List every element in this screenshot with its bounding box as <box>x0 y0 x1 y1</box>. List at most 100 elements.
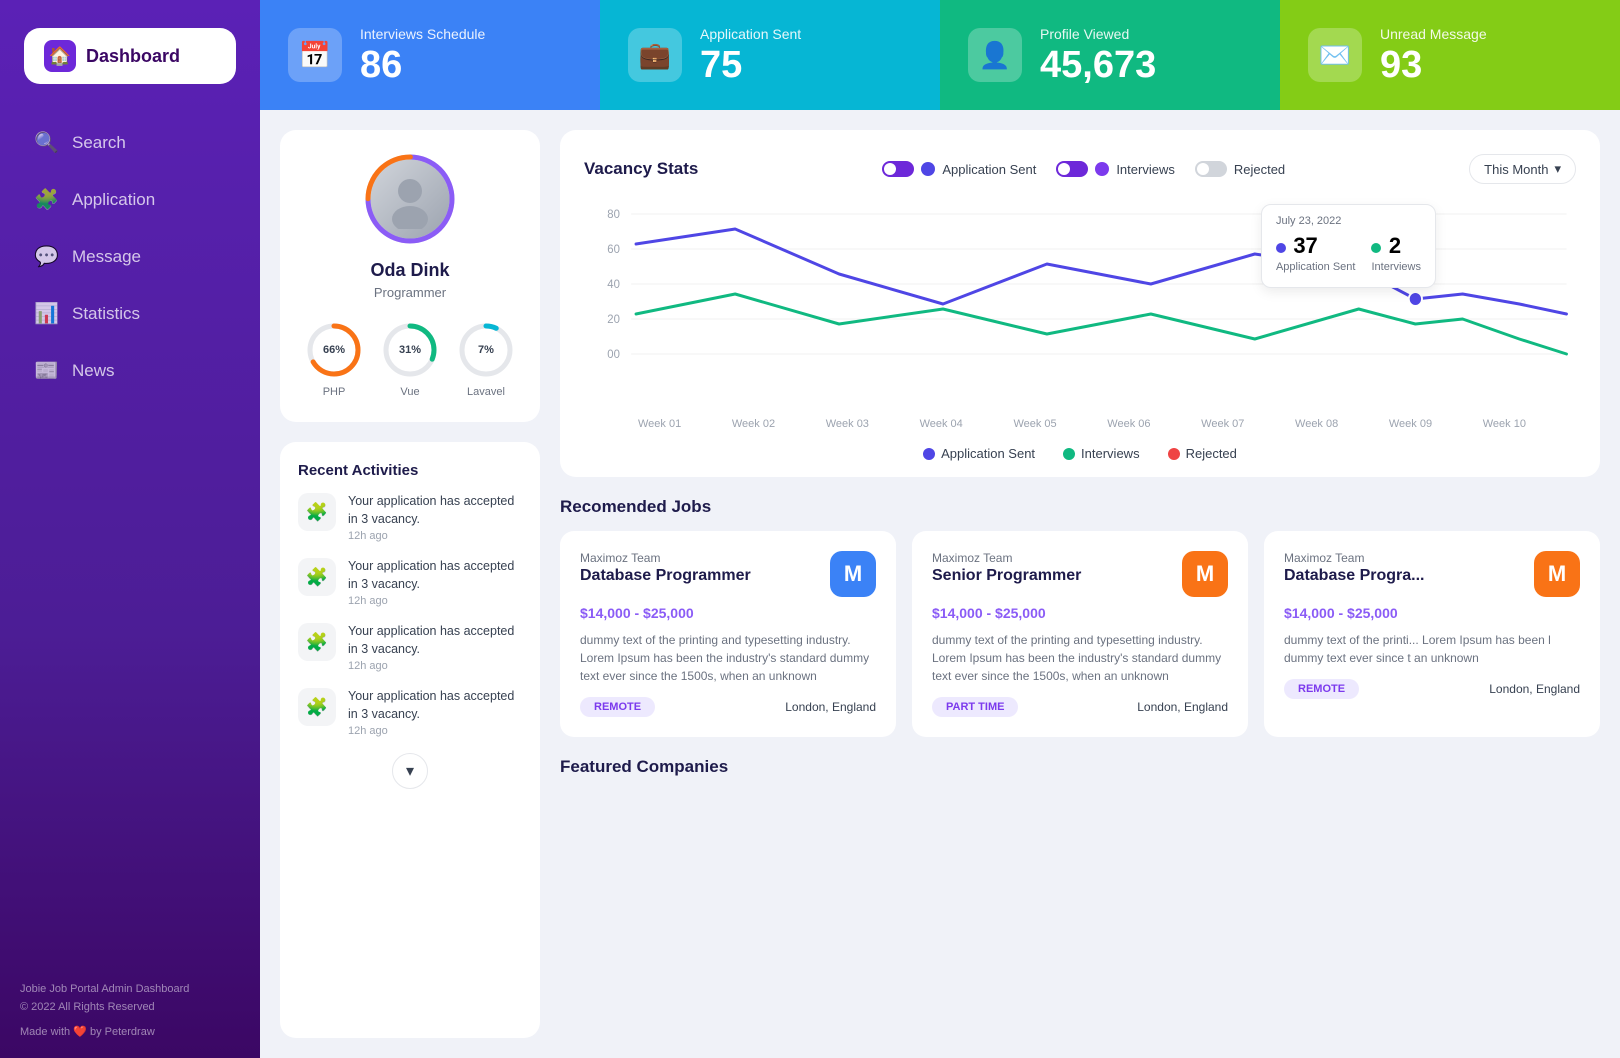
job-logo-0: M <box>830 551 876 597</box>
job-salary-2: $14,000 - $25,000 <box>1284 605 1580 621</box>
sidebar-item-message[interactable]: 💬 Message <box>16 230 244 283</box>
tooltip-label-int: Interviews <box>1371 261 1421 273</box>
activity-time-0: 12h ago <box>348 530 522 542</box>
stat-label-interviews: Interviews Schedule <box>360 26 485 42</box>
sidebar-item-search[interactable]: 🔍 Search <box>16 116 244 169</box>
activity-time-2: 12h ago <box>348 660 522 672</box>
left-panel: Oda Dink Programmer 66% PHP <box>280 130 540 1038</box>
job-desc-0: dummy text of the printing and typesetti… <box>580 631 876 685</box>
stat-label-messages: Unread Message <box>1380 26 1487 42</box>
sidebar-item-news[interactable]: 📰 News <box>16 344 244 397</box>
sidebar-item-label-search: Search <box>72 133 126 153</box>
profile-avatar-wrap <box>365 154 455 244</box>
chart-footer-legend: Application Sent Interviews Rejected <box>584 440 1576 461</box>
legend-label-rejected: Rejected <box>1234 162 1285 177</box>
activities-card: Recent Activities 🧩 Your application has… <box>280 442 540 1038</box>
footer-dot-rej <box>1168 448 1180 460</box>
svg-text:00: 00 <box>607 348 620 361</box>
activity-item-1: 🧩 Your application has accepted in 3 vac… <box>298 558 522 607</box>
job-location-0: London, England <box>785 700 876 714</box>
skill-vue: 31% Vue <box>380 320 440 398</box>
activity-text-0: Your application has accepted in 3 vacan… <box>348 493 522 528</box>
stat-cards-row: 📅 Interviews Schedule 86 💼 Application S… <box>260 0 1620 110</box>
sidebar-nav: 🔍 Search 🧩 Application 💬 Message 📊 Stati… <box>0 116 260 957</box>
sidebar-item-label-application: Application <box>72 190 155 210</box>
sidebar-item-statistics[interactable]: 📊 Statistics <box>16 287 244 340</box>
dashboard-label: Dashboard <box>86 46 180 67</box>
skill-php: 66% PHP <box>304 320 364 398</box>
job-tag-2: REMOTE <box>1284 679 1359 699</box>
job-title-1: Senior Programmer <box>932 567 1081 585</box>
activity-item: 🧩 Your application has accepted in 3 vac… <box>298 493 522 542</box>
application-icon: 🧩 <box>34 187 58 212</box>
legend-toggle-app-sent[interactable] <box>882 161 914 177</box>
profile-card: Oda Dink Programmer 66% PHP <box>280 130 540 422</box>
legend-toggle-interviews[interactable] <box>1056 161 1088 177</box>
legend-dot-app-sent <box>921 162 935 176</box>
skill-laravel: 7% Lavavel <box>456 320 516 398</box>
chart-tooltip: July 23, 2022 37 Application Sent <box>1261 204 1436 288</box>
chart-header: Vacancy Stats Application Sent Interview… <box>584 154 1576 184</box>
stat-card-interviews: 📅 Interviews Schedule 86 <box>260 0 600 110</box>
job-card-2[interactable]: Maximoz Team Database Progra... M $14,00… <box>1264 531 1600 737</box>
svg-text:60: 60 <box>607 243 620 256</box>
activity-text-2: Your application has accepted in 3 vacan… <box>348 623 522 658</box>
footer-label-app: Application Sent <box>941 446 1035 461</box>
tooltip-row: 37 Application Sent 2 Interviews <box>1276 233 1421 273</box>
activities-title: Recent Activities <box>298 462 522 479</box>
chart-x-labels: Week 01 Week 02 Week 03 Week 04 Week 05 … <box>584 414 1576 430</box>
dashboard-logo[interactable]: 🏠 Dashboard <box>24 28 236 84</box>
footer-dot-app <box>923 448 935 460</box>
sidebar-item-label-statistics: Statistics <box>72 304 140 324</box>
sidebar-footer: Jobie Job Portal Admin Dashboard © 2022 … <box>0 957 260 1058</box>
sidebar-item-application[interactable]: 🧩 Application <box>16 173 244 226</box>
job-card-1[interactable]: Maximoz Team Senior Programmer M $14,000… <box>912 531 1248 737</box>
news-icon: 📰 <box>34 358 58 383</box>
profile-skills: 66% PHP 31% Vue <box>304 320 516 398</box>
tooltip-val-app: 37 <box>1293 233 1317 258</box>
svg-text:80: 80 <box>607 208 620 221</box>
footer-legend-app: Application Sent <box>923 446 1035 461</box>
this-month-button[interactable]: This Month ▾ <box>1469 154 1576 184</box>
job-card-0[interactable]: Maximoz Team Database Programmer M $14,0… <box>560 531 896 737</box>
x-label-w1: Week 01 <box>638 418 681 430</box>
footer-legend-int: Interviews <box>1063 446 1140 461</box>
activity-time-3: 12h ago <box>348 725 522 737</box>
activity-text-1: Your application has accepted in 3 vacan… <box>348 558 522 593</box>
chevron-down-icon: ▾ <box>1554 161 1561 177</box>
skill-pct-laravel: 7% <box>478 344 494 356</box>
home-icon: 🏠 <box>44 40 76 72</box>
job-salary-1: $14,000 - $25,000 <box>932 605 1228 621</box>
scroll-down-button[interactable]: ▾ <box>392 753 428 789</box>
profile-icon: 👤 <box>968 28 1022 82</box>
x-label-w7: Week 07 <box>1201 418 1244 430</box>
featured-companies-title: Featured Companies <box>560 757 1600 777</box>
skill-pct-php: 66% <box>323 344 345 356</box>
legend-toggle-rejected[interactable] <box>1195 161 1227 177</box>
footer-legend-rej: Rejected <box>1168 446 1237 461</box>
x-label-w6: Week 06 <box>1107 418 1150 430</box>
stat-value-interviews: 86 <box>360 46 485 84</box>
x-label-w3: Week 03 <box>826 418 869 430</box>
skill-pct-vue: 31% <box>399 344 421 356</box>
svg-text:20: 20 <box>607 313 620 326</box>
stat-card-messages: ✉️ Unread Message 93 <box>1280 0 1620 110</box>
main-area: 📅 Interviews Schedule 86 💼 Application S… <box>260 0 1620 1058</box>
chart-legend: Application Sent Interviews Rejected <box>882 161 1285 177</box>
stat-label-applications: Application Sent <box>700 26 801 42</box>
recommended-jobs-title: Recomended Jobs <box>560 497 1600 517</box>
job-tag-0: REMOTE <box>580 697 655 717</box>
job-tag-1: PART TIME <box>932 697 1018 717</box>
activity-icon-2: 🧩 <box>298 623 336 661</box>
chart-card: Vacancy Stats Application Sent Interview… <box>560 130 1600 477</box>
recommended-jobs-section: Recomended Jobs Maximoz Team Database Pr… <box>560 497 1600 737</box>
skill-label-laravel: Lavavel <box>467 386 505 398</box>
mail-icon: ✉️ <box>1308 28 1362 82</box>
briefcase-icon: 💼 <box>628 28 682 82</box>
tooltip-dot-app <box>1276 243 1286 253</box>
search-icon: 🔍 <box>34 130 58 155</box>
footer-label-int: Interviews <box>1081 446 1140 461</box>
activity-icon-1: 🧩 <box>298 558 336 596</box>
x-label-w5: Week 05 <box>1013 418 1056 430</box>
footer-made-with: Made with ❤️ by Peterdraw <box>20 1024 240 1042</box>
